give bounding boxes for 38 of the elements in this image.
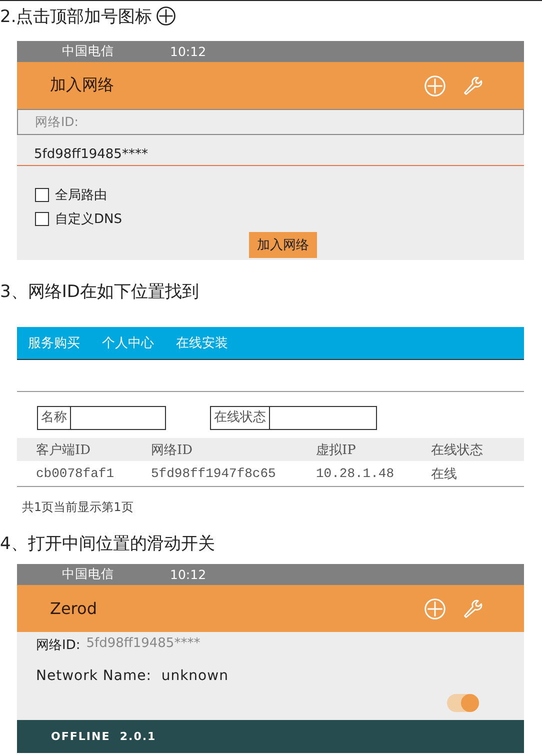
wrench-icon[interactable] [462,74,484,96]
carrier-label: 中国电信 [62,566,115,583]
toggle-switch[interactable] [447,694,479,712]
status-footer: OFFLINE 2.0.1 [17,720,524,753]
filter-field[interactable]: 在线状态 [210,406,377,430]
filter-field[interactable]: 名称 [37,406,166,430]
column-header: 虚拟IP [316,442,357,458]
column-header: 网络ID [151,442,194,458]
checkbox[interactable] [35,188,49,202]
checkbox-label: 全局路由 [55,187,107,204]
clock-time: 10:12 [170,44,206,59]
checkbox-label: 自定义DNS [55,211,122,228]
app-title: Zerod [50,599,97,618]
join-button[interactable]: 加入网络 [249,232,317,258]
step-heading: 2.点击顶部加号图标 [0,6,152,28]
network-name: Network Name: unknown [36,668,230,684]
add-icon[interactable] [424,598,446,620]
filter-label: 名称 [38,407,71,429]
table-cell-text: 在线 [431,466,458,482]
field-label: 网络ID: [17,109,524,135]
step-heading: 3、网络ID在如下位置找到 [0,280,199,302]
filter-label: 在线状态 [211,407,270,429]
add-icon [156,6,176,26]
carrier-label: 中国电信 [62,43,115,60]
id-value: 5fd98ff19485**** [86,636,200,653]
clock-time: 10:12 [170,567,206,582]
id-label: 网络ID: [36,637,80,654]
table-cell-text: 5fd98ff1947f8c65 [151,466,277,481]
add-icon[interactable] [424,74,446,96]
column-header: 客户端ID [36,442,92,458]
table-cell-text: cb0078faf1 [36,466,116,481]
app-title: 加入网络 [50,75,114,96]
column-header: 在线状态 [431,442,484,458]
pagination-text: 共1页当前显示第1页 [22,499,134,516]
wrench-icon[interactable] [462,598,484,620]
step-heading: 4、打开中间位置的滑动开关 [0,532,215,554]
table-cell-text: 10.28.1.48 [316,466,396,481]
checkbox[interactable] [35,212,49,226]
